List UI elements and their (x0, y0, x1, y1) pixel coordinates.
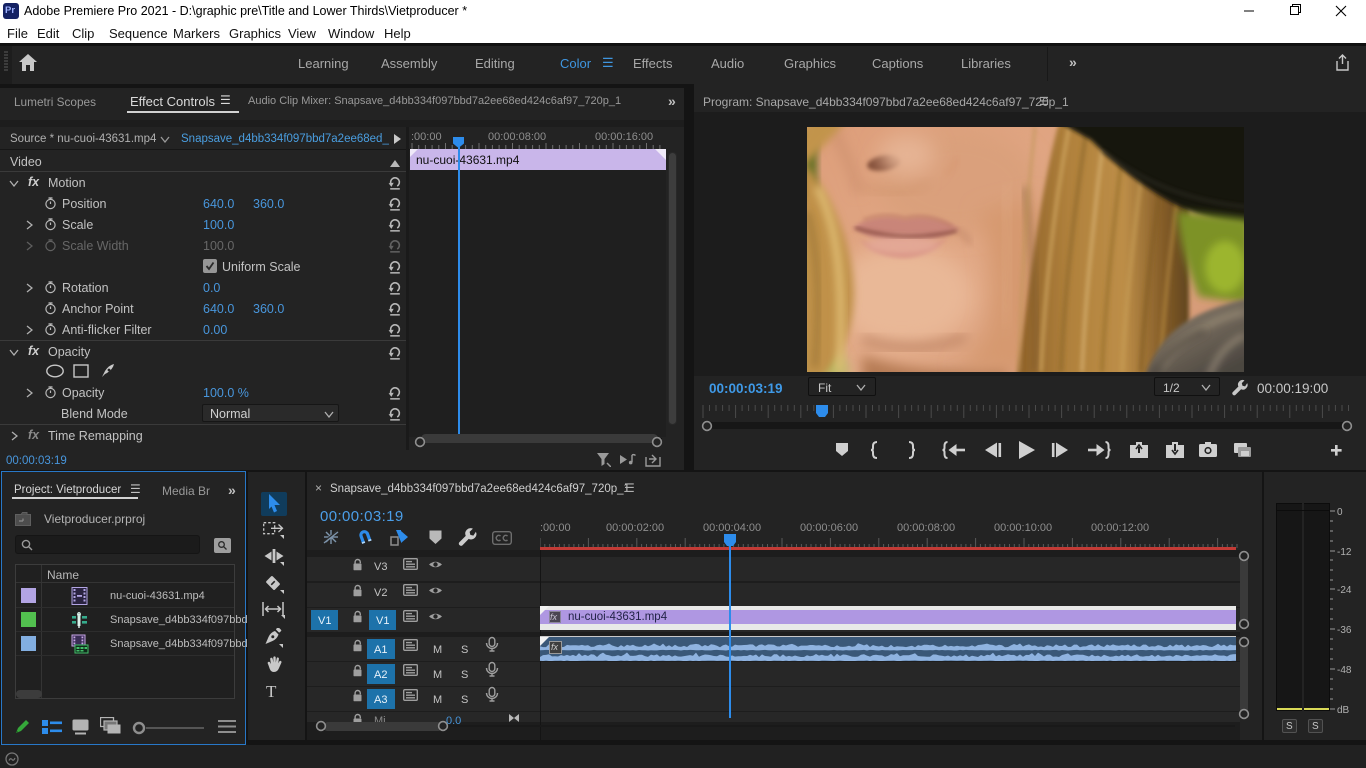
svg-text:-24: -24 (1337, 585, 1352, 596)
svg-text:A3: A3 (374, 694, 387, 706)
svg-text:-36: -36 (1337, 625, 1352, 636)
svg-text:V1: V1 (376, 615, 389, 627)
svg-text:-48: -48 (1337, 665, 1352, 676)
svg-text:A2: A2 (374, 669, 387, 681)
svg-text:M: M (433, 644, 442, 656)
svg-text:0: 0 (1337, 507, 1343, 518)
svg-text:V2: V2 (374, 587, 387, 599)
svg-text:S: S (461, 694, 468, 706)
svg-text:S: S (461, 669, 468, 681)
svg-text:dB: dB (1337, 705, 1350, 715)
svg-text:S: S (461, 644, 468, 656)
svg-text:M: M (433, 669, 442, 681)
svg-text:-12: -12 (1337, 547, 1352, 558)
svg-text:M: M (433, 694, 442, 706)
svg-text:A1: A1 (374, 644, 387, 656)
svg-text:V1: V1 (318, 615, 331, 627)
svg-text:V3: V3 (374, 561, 387, 573)
